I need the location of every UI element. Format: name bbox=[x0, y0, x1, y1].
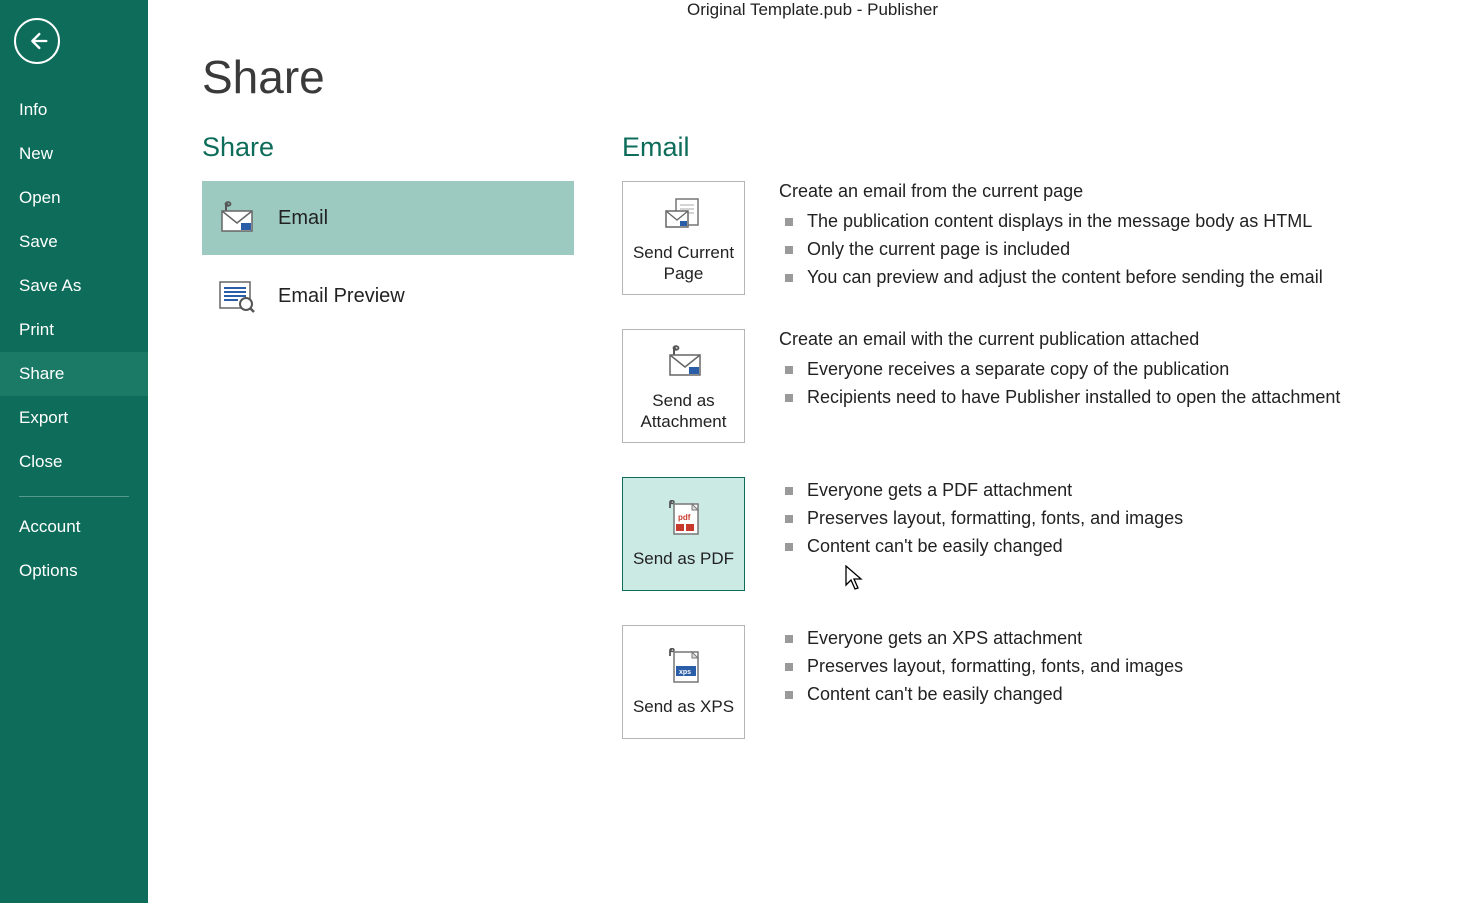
button-label: Send as XPS bbox=[633, 696, 734, 717]
share-section-title: Share bbox=[202, 132, 622, 163]
page-title: Share bbox=[202, 50, 622, 104]
bullet: Content can't be easily changed bbox=[779, 681, 1477, 709]
nav-share[interactable]: Share bbox=[0, 352, 148, 396]
block-header: Create an email with the current publica… bbox=[779, 329, 1477, 350]
bullet: You can preview and adjust the content b… bbox=[779, 264, 1477, 292]
email-block-attachment: Send as Attachment Create an email with … bbox=[622, 329, 1477, 443]
email-block-xps: xps Send as XPS Everyone gets an XPS att… bbox=[622, 625, 1477, 739]
bullet: Preserves layout, formatting, fonts, and… bbox=[779, 505, 1477, 533]
send-as-pdf-icon: pdf bbox=[664, 498, 704, 542]
nav-export[interactable]: Export bbox=[0, 396, 148, 440]
share-column: Share Share Email bbox=[202, 50, 622, 773]
bullet: Everyone receives a separate copy of the… bbox=[779, 356, 1477, 384]
send-as-attachment-icon bbox=[664, 340, 704, 384]
bullet: Preserves layout, formatting, fonts, and… bbox=[779, 653, 1477, 681]
main: Original Template.pub - Publisher Share … bbox=[148, 0, 1477, 903]
bullet: Only the current page is included bbox=[779, 236, 1477, 264]
nav-print[interactable]: Print bbox=[0, 308, 148, 352]
send-as-pdf-button[interactable]: pdf Send as PDF bbox=[622, 477, 745, 591]
button-label: Send Current Page bbox=[631, 242, 736, 285]
nav-divider bbox=[19, 496, 129, 497]
block-header: Create an email from the current page bbox=[779, 181, 1477, 202]
back-arrow-icon bbox=[23, 27, 51, 55]
bullet: Everyone gets an XPS attachment bbox=[779, 625, 1477, 653]
send-as-attachment-button[interactable]: Send as Attachment bbox=[622, 329, 745, 443]
send-current-page-icon bbox=[662, 192, 706, 236]
nav-save[interactable]: Save bbox=[0, 220, 148, 264]
email-preview-icon bbox=[212, 272, 260, 320]
email-block-pdf: pdf Send as PDF Everyone gets a PDF atta… bbox=[622, 477, 1477, 591]
share-option-email-preview[interactable]: Email Preview bbox=[202, 259, 574, 333]
email-block-current-page: Send Current Page Create an email from t… bbox=[622, 181, 1477, 295]
window-title: Original Template.pub - Publisher bbox=[148, 0, 1477, 20]
email-section-title: Email bbox=[622, 132, 1477, 163]
nav-options[interactable]: Options bbox=[0, 549, 148, 593]
svg-text:xps: xps bbox=[679, 669, 691, 676]
svg-text:pdf: pdf bbox=[678, 513, 691, 522]
nav-new[interactable]: New bbox=[0, 132, 148, 176]
nav-save-as[interactable]: Save As bbox=[0, 264, 148, 308]
button-label: Send as PDF bbox=[633, 548, 734, 569]
share-option-email[interactable]: Email bbox=[202, 181, 574, 255]
email-column: . Email bbox=[622, 50, 1477, 773]
nav-account[interactable]: Account bbox=[0, 505, 148, 549]
nav-info[interactable]: Info bbox=[0, 88, 148, 132]
button-label: Send as Attachment bbox=[631, 390, 736, 433]
send-as-xps-button[interactable]: xps Send as XPS bbox=[622, 625, 745, 739]
send-as-xps-icon: xps bbox=[664, 646, 704, 690]
nav-close[interactable]: Close bbox=[0, 440, 148, 484]
back-button[interactable] bbox=[14, 18, 60, 64]
bullet: Recipients need to have Publisher instal… bbox=[779, 384, 1477, 412]
bullet: Content can't be easily changed bbox=[779, 533, 1477, 561]
share-option-label: Email Preview bbox=[278, 285, 405, 308]
send-current-page-button[interactable]: Send Current Page bbox=[622, 181, 745, 295]
bullet: The publication content displays in the … bbox=[779, 208, 1477, 236]
bullet: Everyone gets a PDF attachment bbox=[779, 477, 1477, 505]
share-option-label: Email bbox=[278, 207, 328, 230]
nav-open[interactable]: Open bbox=[0, 176, 148, 220]
sidebar: Info New Open Save Save As Print Share E… bbox=[0, 0, 148, 903]
email-icon bbox=[212, 194, 260, 242]
